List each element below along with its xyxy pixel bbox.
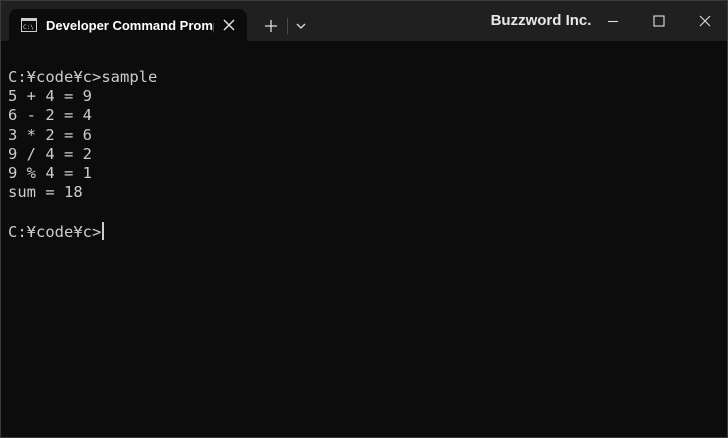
- title-bar[interactable]: C:\ Developer Command Prompt Buzzword In…: [1, 1, 727, 41]
- svg-text:C:\: C:\: [23, 24, 34, 31]
- terminal-line: C:¥code¥c>sample: [8, 68, 158, 86]
- tab-developer-command-prompt[interactable]: C:\ Developer Command Prompt: [9, 9, 247, 41]
- terminal-lines: C:¥code¥c>sample 5 + 4 = 9 6 - 2 = 4 3 *…: [8, 68, 157, 241]
- chevron-down-icon[interactable]: [291, 15, 311, 37]
- titlebar-divider: [287, 18, 288, 34]
- minimize-button[interactable]: [590, 1, 636, 41]
- terminal-output[interactable]: C:¥code¥c>sample 5 + 4 = 9 6 - 2 = 4 3 *…: [1, 41, 727, 437]
- close-icon: [699, 15, 711, 27]
- maximize-icon: [653, 15, 665, 27]
- terminal-line: 5 + 4 = 9: [8, 87, 92, 106]
- terminal-line: 9 / 4 = 2: [8, 144, 92, 163]
- terminal-line: sum = 18: [8, 183, 83, 202]
- brand-label: Buzzword Inc.: [490, 12, 592, 29]
- prompt-line[interactable]: C:¥code¥c>: [8, 221, 157, 241]
- close-tab-icon[interactable]: [221, 17, 237, 33]
- terminal-window: C:\ Developer Command Prompt Buzzword In…: [0, 0, 728, 438]
- close-window-button[interactable]: [682, 1, 727, 41]
- terminal-line: 6 - 2 = 4: [8, 106, 92, 125]
- minimize-icon: [608, 20, 618, 23]
- cmd-terminal-icon: C:\: [21, 18, 37, 32]
- tab-title: Developer Command Prompt: [46, 18, 214, 33]
- plus-icon[interactable]: [259, 15, 283, 37]
- maximize-button[interactable]: [636, 1, 682, 41]
- prompt-text: C:¥code¥c>: [8, 222, 102, 241]
- terminal-line: 3 * 2 = 6: [8, 125, 92, 144]
- terminal-line: 9 % 4 = 1: [8, 163, 92, 182]
- text-cursor: [102, 221, 105, 240]
